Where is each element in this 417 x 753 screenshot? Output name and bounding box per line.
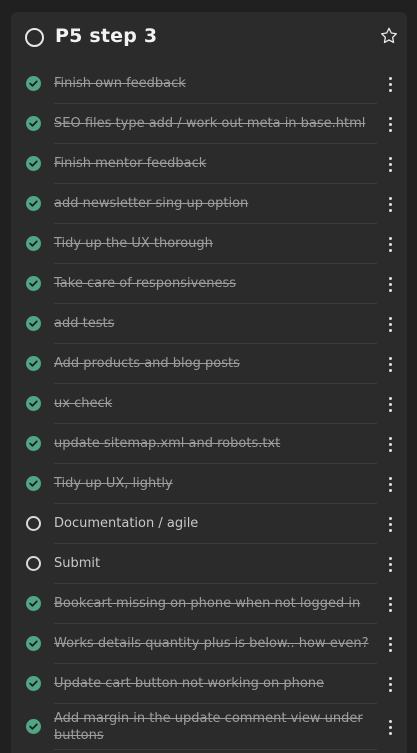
- task-row[interactable]: Finish mentor feedback: [11, 144, 407, 184]
- more-vertical-icon[interactable]: [383, 355, 397, 373]
- task-label: Documentation / agile: [54, 516, 199, 531]
- task-text-area[interactable]: Bookcart missing on phone when not logge…: [54, 584, 377, 624]
- task-text-area[interactable]: Tidy up the UX thorough: [54, 224, 377, 264]
- task-label: update sitemap.xml and robots.txt: [54, 436, 281, 451]
- check-circle-icon[interactable]: [26, 116, 41, 131]
- task-text-area[interactable]: ux check: [54, 384, 377, 424]
- task-row[interactable]: Update cart button not working on phone: [11, 664, 407, 704]
- task-label: Works details quantity plus is below.. h…: [54, 636, 369, 651]
- more-vertical-icon[interactable]: [383, 315, 397, 333]
- task-row[interactable]: Take care of responsiveness: [11, 264, 407, 304]
- check-circle-icon[interactable]: [26, 236, 41, 251]
- task-label: Add margin in the update comment view un…: [54, 710, 363, 743]
- task-text-area[interactable]: Finish own feedback: [54, 64, 377, 104]
- task-text-area[interactable]: SEO files type add / work out meta in ba…: [54, 104, 377, 144]
- check-circle-icon[interactable]: [26, 719, 41, 734]
- task-row[interactable]: add newsletter sing up option: [11, 184, 407, 224]
- task-row[interactable]: Add products and blog posts: [11, 344, 407, 384]
- task-text-area[interactable]: Tidy up UX, lightly: [54, 464, 377, 504]
- task-text-area[interactable]: add tests: [54, 304, 377, 344]
- task-label: Submit: [54, 556, 101, 571]
- task-row[interactable]: ux check: [11, 384, 407, 424]
- check-circle-icon[interactable]: [26, 476, 41, 491]
- task-text-area[interactable]: Documentation / agile: [54, 504, 377, 544]
- check-circle-icon[interactable]: [26, 196, 41, 211]
- check-circle-icon[interactable]: [26, 596, 41, 611]
- more-vertical-icon[interactable]: [383, 595, 397, 613]
- more-vertical-icon[interactable]: [383, 195, 397, 213]
- check-circle-icon[interactable]: [26, 436, 41, 451]
- task-label: Add products and blog posts: [54, 356, 240, 371]
- task-label: ux check: [54, 396, 113, 411]
- list-title: P5 step 3: [55, 25, 158, 47]
- more-vertical-icon[interactable]: [383, 675, 397, 693]
- more-vertical-icon[interactable]: [383, 235, 397, 253]
- star-outline-icon[interactable]: [379, 26, 399, 46]
- more-vertical-icon[interactable]: [383, 395, 397, 413]
- task-row[interactable]: Finish own feedback: [11, 64, 407, 104]
- task-text-area[interactable]: update sitemap.xml and robots.txt: [54, 424, 377, 464]
- more-vertical-icon[interactable]: [383, 635, 397, 653]
- task-row[interactable]: Documentation / agile: [11, 504, 407, 544]
- more-vertical-icon[interactable]: [383, 115, 397, 133]
- task-label: add tests: [54, 316, 115, 331]
- more-vertical-icon[interactable]: [383, 475, 397, 493]
- task-label: Finish mentor feedback: [54, 156, 207, 171]
- check-circle-icon[interactable]: [26, 76, 41, 91]
- task-text-area[interactable]: Add products and blog posts: [54, 344, 377, 384]
- check-circle-icon[interactable]: [26, 156, 41, 171]
- task-row[interactable]: update sitemap.xml and robots.txt: [11, 424, 407, 464]
- check-circle-icon[interactable]: [26, 316, 41, 331]
- task-text-area[interactable]: Update cart button not working on phone: [54, 664, 377, 704]
- task-label: Take care of responsiveness: [54, 276, 237, 291]
- task-label: SEO files type add / work out meta in ba…: [54, 116, 366, 131]
- more-vertical-icon[interactable]: [383, 555, 397, 573]
- task-label: Tidy up UX, lightly: [54, 476, 173, 491]
- task-row[interactable]: SEO files type add / work out meta in ba…: [11, 104, 407, 144]
- check-circle-icon[interactable]: [26, 276, 41, 291]
- task-text-area[interactable]: add newsletter sing up option: [54, 184, 377, 224]
- task-text-area[interactable]: Add margin in the update comment view un…: [54, 704, 377, 750]
- task-row[interactable]: Tidy up UX, lightly: [11, 464, 407, 504]
- more-vertical-icon[interactable]: [383, 275, 397, 293]
- circle-outline-icon[interactable]: [26, 516, 41, 531]
- list-header: P5 step 3: [11, 12, 407, 64]
- circle-outline-icon[interactable]: [25, 28, 44, 47]
- task-label: add newsletter sing up option: [54, 196, 249, 211]
- check-circle-icon[interactable]: [26, 676, 41, 691]
- more-vertical-icon[interactable]: [383, 155, 397, 173]
- task-text-area[interactable]: Take care of responsiveness: [54, 264, 377, 304]
- check-circle-icon[interactable]: [26, 636, 41, 651]
- task-row[interactable]: Submit: [11, 544, 407, 584]
- more-vertical-icon[interactable]: [383, 435, 397, 453]
- task-label: Finish own feedback: [54, 76, 186, 91]
- task-list: Finish own feedback SEO files type add /…: [11, 64, 407, 750]
- check-circle-icon[interactable]: [26, 356, 41, 371]
- more-vertical-icon[interactable]: [383, 75, 397, 93]
- task-text-area[interactable]: Finish mentor feedback: [54, 144, 377, 184]
- task-text-area[interactable]: Submit: [54, 544, 377, 584]
- task-label: Update cart button not working on phone: [54, 676, 325, 691]
- more-vertical-icon[interactable]: [383, 718, 397, 736]
- task-row[interactable]: Bookcart missing on phone when not logge…: [11, 584, 407, 624]
- task-text-area[interactable]: Works details quantity plus is below.. h…: [54, 624, 377, 664]
- task-list-panel: P5 step 3 Finish own feedback SEO files …: [11, 12, 407, 753]
- task-row[interactable]: Add margin in the update comment view un…: [11, 704, 407, 750]
- task-row[interactable]: add tests: [11, 304, 407, 344]
- task-label: Tidy up the UX thorough: [54, 236, 213, 251]
- task-row[interactable]: Works details quantity plus is below.. h…: [11, 624, 407, 664]
- check-circle-icon[interactable]: [26, 396, 41, 411]
- task-row[interactable]: Tidy up the UX thorough: [11, 224, 407, 264]
- more-vertical-icon[interactable]: [383, 515, 397, 533]
- task-label: Bookcart missing on phone when not logge…: [54, 596, 361, 611]
- circle-outline-icon[interactable]: [26, 556, 41, 571]
